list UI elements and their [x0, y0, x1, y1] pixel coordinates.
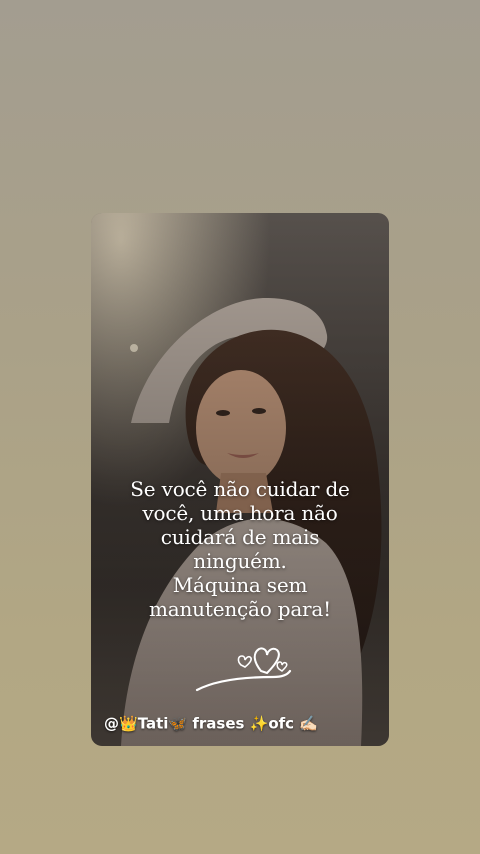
- sparkle-icon: ✨: [249, 714, 269, 732]
- handle-suffix: ofc: [268, 714, 295, 732]
- quote-text: Se você não cuidar de você, uma hora não…: [101, 477, 379, 621]
- handle-prefix: @: [104, 714, 119, 732]
- writing-hand-icon: ✍🏻: [299, 714, 318, 732]
- post-image-card[interactable]: Se você não cuidar de você, uma hora não…: [91, 213, 389, 746]
- quote-line: cuidará de mais: [160, 525, 320, 549]
- hearts-flourish-icon: [195, 647, 292, 692]
- quote-line: manutenção para!: [149, 597, 331, 621]
- crown-icon: 👑: [119, 714, 138, 732]
- handle-word: frases: [192, 714, 245, 732]
- butterfly-icon: 🦋: [168, 714, 188, 732]
- quote-line: ninguém.: [193, 549, 287, 573]
- screen: { "post": { "quote_lines": [ "Se você nã…: [0, 0, 480, 854]
- quote-line: você, uma hora não: [142, 501, 338, 525]
- handle-name: Tati: [137, 714, 169, 732]
- quote-line: Se você não cuidar de: [130, 477, 350, 501]
- quote-line: Máquina sem: [172, 573, 308, 597]
- author-handle[interactable]: @👑Tati🦋 frases ✨ofc ✍🏻: [104, 714, 318, 732]
